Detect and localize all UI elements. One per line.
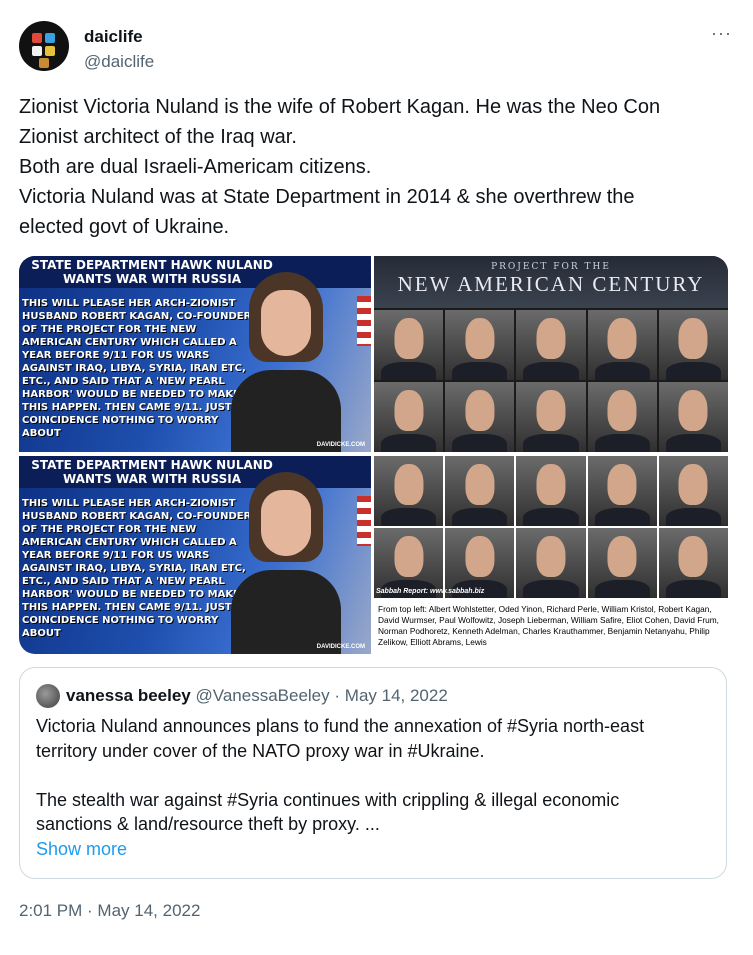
quoted-author-handle: @VanessaBeeley bbox=[195, 686, 330, 705]
pnac-banner: PROJECT FOR THE NEW AMERICAN CENTURY bbox=[374, 256, 728, 308]
us-flag-graphic bbox=[357, 296, 371, 346]
us-flag-graphic bbox=[357, 496, 371, 546]
quoted-tweet-text: Victoria Nuland announces plans to fund … bbox=[36, 714, 711, 861]
media-image-portraits[interactable]: Sabbah Report: www.sabbah.biz From top l… bbox=[374, 456, 728, 654]
quoted-line: The stealth war against #Syria continues… bbox=[36, 789, 620, 810]
portrait bbox=[374, 310, 444, 380]
pnac-title: NEW AMERICAN CENTURY bbox=[397, 272, 705, 296]
author-handle[interactable]: @daiclife bbox=[84, 52, 154, 72]
author-avatar[interactable] bbox=[19, 21, 69, 71]
show-more-link[interactable]: Show more bbox=[36, 837, 711, 862]
quoted-line bbox=[36, 763, 711, 788]
media-image-nuland-2[interactable]: State Department Hawk Nuland Wants War w… bbox=[19, 456, 371, 654]
portrait bbox=[658, 528, 728, 598]
tweet-line: Victoria Nuland was at State Department … bbox=[19, 186, 635, 208]
tweet-text: Zionist Victoria Nuland is the wife of R… bbox=[19, 92, 734, 242]
nuland-body-text: THIS WILL PLEASE HER ARCH-ZIONIST HUSBAN… bbox=[22, 498, 252, 639]
author-display-name[interactable]: daiclife bbox=[84, 27, 143, 47]
quoted-author-name: vanessa beeley bbox=[66, 686, 191, 705]
tweet-media[interactable]: State Department Hawk Nuland Wants War w… bbox=[19, 256, 728, 654]
portrait bbox=[374, 456, 444, 526]
quoted-line: territory under cover of the NATO proxy … bbox=[36, 740, 485, 761]
nuland-body-text: THIS WILL PLEASE HER ARCH-ZIONIST HUSBAN… bbox=[22, 298, 252, 439]
avatar-tile bbox=[45, 33, 55, 43]
media-image-nuland-1[interactable]: State Department Hawk Nuland Wants War w… bbox=[19, 256, 371, 452]
tweet-timestamp[interactable]: 2:01 PM · May 14, 2022 bbox=[19, 901, 200, 921]
more-options-icon[interactable]: ··· bbox=[711, 23, 732, 44]
avatar-tile bbox=[32, 33, 42, 43]
quoted-tweet-header: vanessa beeley @VanessaBeeley · May 14, … bbox=[66, 686, 448, 706]
separator-dot: · bbox=[334, 686, 341, 705]
portrait bbox=[445, 456, 515, 526]
portrait bbox=[658, 310, 728, 380]
quoted-line: sanctions & land/resource theft by proxy… bbox=[36, 814, 380, 834]
portrait bbox=[587, 382, 657, 452]
tweet-line: elected govt of Ukraine. bbox=[19, 216, 230, 238]
avatar-tile bbox=[39, 58, 49, 68]
tweet-line: Both are dual Israeli-Americam citizens. bbox=[19, 156, 372, 178]
avatar-tile bbox=[45, 46, 55, 56]
portrait bbox=[658, 382, 728, 452]
nuland-portrait bbox=[231, 472, 341, 654]
tweet-header: daiclife @daiclife ··· bbox=[19, 21, 734, 75]
sabbah-credit: Sabbah Report: www.sabbah.biz bbox=[376, 588, 485, 595]
portrait-grid bbox=[374, 456, 728, 598]
portrait bbox=[445, 310, 515, 380]
nuland-portrait bbox=[231, 272, 341, 452]
portrait bbox=[374, 382, 444, 452]
davidicke-credit: DAVIDICKE.COM bbox=[316, 644, 365, 650]
avatar-tile bbox=[32, 46, 42, 56]
portrait bbox=[516, 382, 586, 452]
quoted-tweet[interactable]: vanessa beeley @VanessaBeeley · May 14, … bbox=[19, 667, 727, 879]
portraits-caption: From top left: Albert Wohlstetter, Oded … bbox=[376, 602, 726, 650]
quoted-line: Victoria Nuland announces plans to fund … bbox=[36, 716, 645, 736]
tweet-line: Zionist architect of the Iraq war. bbox=[19, 126, 297, 148]
portrait bbox=[658, 456, 728, 526]
tweet-line: Zionist Victoria Nuland is the wife of R… bbox=[19, 96, 661, 118]
portrait bbox=[587, 456, 657, 526]
portrait bbox=[587, 528, 657, 598]
portrait bbox=[516, 456, 586, 526]
media-image-pnac[interactable]: PROJECT FOR THE NEW AMERICAN CENTURY bbox=[374, 256, 728, 452]
quoted-tweet-date: May 14, 2022 bbox=[344, 686, 448, 705]
portrait bbox=[587, 310, 657, 380]
portrait bbox=[516, 310, 586, 380]
portrait bbox=[516, 528, 586, 598]
davidicke-credit: DAVIDICKE.COM bbox=[316, 442, 365, 448]
quoted-author-avatar bbox=[36, 684, 60, 708]
portrait-grid bbox=[374, 310, 728, 452]
portrait bbox=[445, 382, 515, 452]
pnac-subtitle: PROJECT FOR THE bbox=[491, 262, 611, 272]
